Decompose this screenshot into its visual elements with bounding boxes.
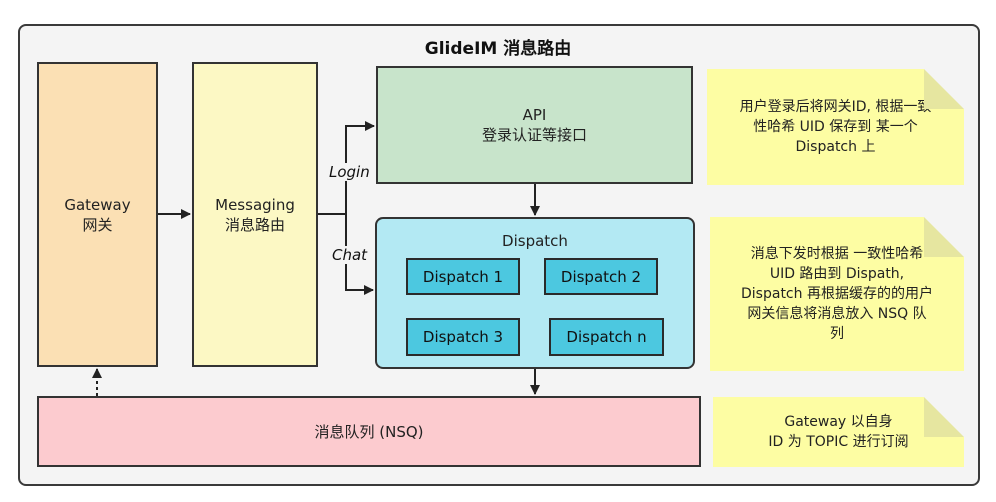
note-fold-icon bbox=[924, 69, 964, 109]
dispatch-node-2: Dispatch 2 bbox=[544, 258, 658, 295]
messaging-box: Messaging 消息路由 bbox=[192, 62, 318, 367]
edge-label-login: Login bbox=[327, 163, 372, 181]
note-fold-icon bbox=[924, 397, 964, 437]
dispatch-node-3: Dispatch 3 bbox=[406, 318, 520, 356]
note-dispatch: 消息下发时根据 一致性哈希 UID 路由到 Dispath, Dispatch … bbox=[710, 217, 964, 371]
edge-label-chat: Chat bbox=[330, 246, 370, 264]
note-login-line: 用户登录后将网关ID, 根据一致 bbox=[739, 99, 932, 115]
gateway-label: Gateway bbox=[64, 195, 131, 214]
note-login-line: Dispatch 上 bbox=[795, 139, 876, 155]
dispatch-cluster-label: Dispatch bbox=[502, 232, 568, 250]
api-box: API 登录认证等接口 bbox=[376, 66, 693, 184]
note-login: 用户登录后将网关ID, 根据一致 性哈希 UID 保存到 某一个 Dispatc… bbox=[707, 69, 964, 185]
api-label: API bbox=[522, 106, 547, 124]
note-dispatch-line: UID 路由到 Dispath, bbox=[769, 266, 905, 282]
note-gateway-line: ID 为 TOPIC 进行订阅 bbox=[768, 434, 909, 450]
messaging-label: Messaging bbox=[215, 195, 295, 214]
messaging-sublabel: 消息路由 bbox=[224, 215, 285, 234]
nsq-box: 消息队列 (NSQ) bbox=[37, 396, 701, 467]
note-dispatch-line: 网关信息将消息放入 NSQ 队 bbox=[747, 306, 927, 322]
note-gateway: Gateway 以自身 ID 为 TOPIC 进行订阅 bbox=[713, 397, 964, 467]
note-gateway-line: Gateway 以自身 bbox=[784, 414, 893, 430]
gateway-box: Gateway 网关 bbox=[37, 62, 158, 367]
note-dispatch-line: 列 bbox=[829, 326, 844, 342]
note-dispatch-line: Dispatch 再根据缓存的的用户 bbox=[741, 286, 933, 302]
note-fold-icon bbox=[924, 217, 964, 257]
dispatch-node-1: Dispatch 1 bbox=[406, 258, 520, 295]
api-sublabel: 登录认证等接口 bbox=[481, 126, 587, 144]
gateway-sublabel: 网关 bbox=[82, 215, 113, 234]
note-login-line: 性哈希 UID 保存到 某一个 bbox=[753, 119, 918, 135]
nsq-label: 消息队列 (NSQ) bbox=[314, 422, 424, 441]
note-dispatch-line: 消息下发时根据 一致性哈希 bbox=[750, 246, 924, 262]
dispatch-node-n: Dispatch n bbox=[549, 318, 664, 356]
